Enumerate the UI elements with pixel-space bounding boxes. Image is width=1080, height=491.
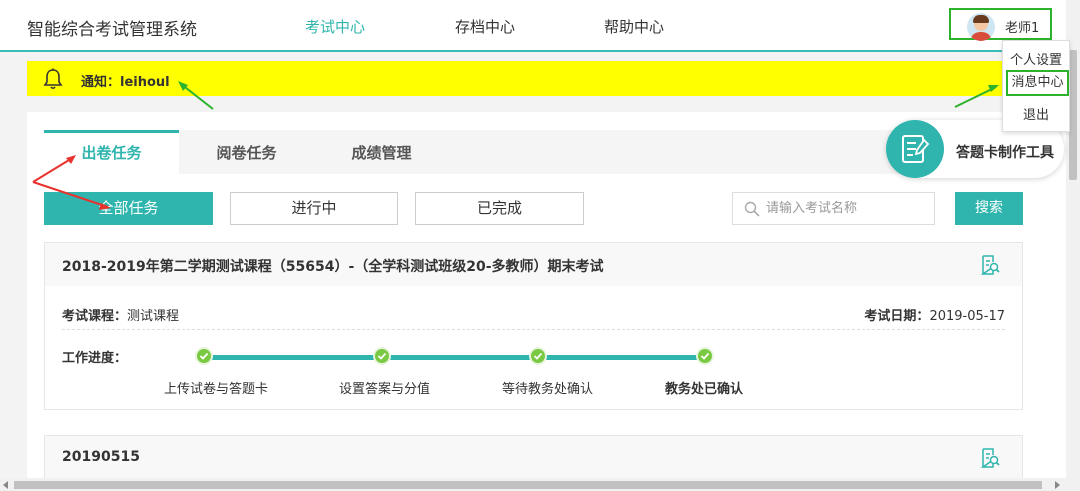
edit-document-icon xyxy=(886,120,944,178)
step-complete-icon xyxy=(373,347,391,365)
user-dropdown-menu: 个人设置 消息中心 退出 xyxy=(1002,40,1070,132)
filter-all-tasks[interactable]: 全部任务 xyxy=(44,192,213,225)
bell-icon xyxy=(43,68,63,90)
progress-track xyxy=(205,355,705,360)
filter-in-progress[interactable]: 进行中 xyxy=(230,192,398,225)
course-value: 测试课程 xyxy=(127,309,180,324)
date-value: 2019-05-17 xyxy=(929,309,1005,324)
menu-item-logout[interactable]: 退出 xyxy=(1003,104,1069,123)
menu-item-message-center[interactable]: 消息中心 xyxy=(1006,70,1069,96)
notice-bar: 通知：leihoul xyxy=(27,61,1070,96)
scroll-right-icon[interactable] xyxy=(1055,481,1061,489)
tab-paper-tasks[interactable]: 出卷任务 xyxy=(44,130,179,174)
exam-course: 考试课程：测试课程 xyxy=(62,305,179,324)
step-label-confirmed: 教务处已确认 xyxy=(665,382,744,397)
user-name: 老师1 xyxy=(1005,21,1040,36)
menu-item-personal-settings[interactable]: 个人设置 xyxy=(1003,49,1069,68)
filter-completed[interactable]: 已完成 xyxy=(415,192,584,225)
nav-exam-center[interactable]: 考试中心 xyxy=(305,16,365,37)
step-label-upload: 上传试卷与答题卡 xyxy=(164,382,269,397)
exam-card-header: 20190515 xyxy=(45,436,1022,479)
tool-label: 答题卡制作工具 xyxy=(956,145,1054,161)
step-complete-icon xyxy=(529,347,547,365)
app-title: 智能综合考试管理系统 xyxy=(27,20,197,40)
user-menu-trigger[interactable]: 老师1 xyxy=(949,8,1052,41)
exam-card: 2018-2019年第二学期测试课程（55654）-（全学科测试班级20-多教师… xyxy=(44,242,1023,410)
course-label: 考试课程： xyxy=(62,309,128,324)
step-label-set-answers: 设置答案与分值 xyxy=(339,382,431,397)
date-label: 考试日期： xyxy=(864,309,930,324)
exam-title: 20190515 xyxy=(62,449,140,465)
search-box xyxy=(732,192,935,225)
task-tabs: 出卷任务 阅卷任务 成绩管理 xyxy=(44,130,1023,174)
search-icon xyxy=(744,201,760,217)
divider xyxy=(62,329,1005,330)
progress-label: 工作进度： xyxy=(62,351,128,366)
view-details-icon[interactable] xyxy=(980,448,1000,468)
top-header: 智能综合考试管理系统 考试中心 存档中心 帮助中心 老师1 xyxy=(0,0,1080,52)
nav-archive-center[interactable]: 存档中心 xyxy=(455,16,515,37)
scroll-left-icon[interactable] xyxy=(3,481,9,489)
exam-date: 考试日期：2019-05-17 xyxy=(864,305,1005,324)
exam-title: 2018-2019年第二学期测试课程（55654）-（全学科测试班级20-多教师… xyxy=(62,259,604,275)
step-complete-icon xyxy=(696,347,714,365)
avatar xyxy=(967,13,995,41)
view-details-icon[interactable] xyxy=(980,255,1000,275)
vertical-scrollbar-thumb[interactable] xyxy=(1069,50,1077,180)
horizontal-scrollbar-thumb[interactable] xyxy=(14,481,1042,489)
tab-score-management[interactable]: 成绩管理 xyxy=(314,130,449,174)
search-button[interactable]: 搜索 xyxy=(955,192,1023,225)
tab-grading-tasks[interactable]: 阅卷任务 xyxy=(179,130,314,174)
exam-card-header: 2018-2019年第二学期测试课程（55654）-（全学科测试班级20-多教师… xyxy=(45,243,1022,286)
nav-help-center[interactable]: 帮助中心 xyxy=(604,16,664,37)
exam-search-input[interactable] xyxy=(766,193,931,224)
notice-text: 通知：leihoul xyxy=(81,75,170,90)
step-label-awaiting: 等待教务处确认 xyxy=(502,382,594,397)
step-complete-icon xyxy=(195,347,213,365)
horizontal-scrollbar[interactable] xyxy=(0,478,1066,491)
